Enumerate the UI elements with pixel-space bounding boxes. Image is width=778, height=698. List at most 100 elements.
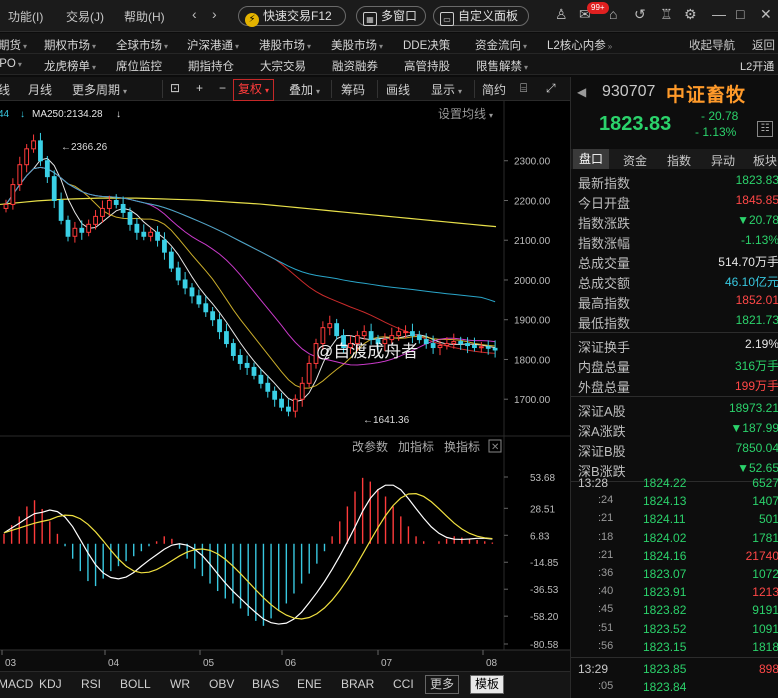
return-link[interactable]: 返回 <box>752 37 775 53</box>
tab-obv[interactable]: OBV <box>209 677 234 691</box>
tab-bias[interactable]: BIAS <box>252 677 279 691</box>
nav-seat-monitor[interactable]: 席位监控 <box>116 58 162 74</box>
undo-icon[interactable]: ↺ <box>634 6 646 23</box>
add-indicator-link[interactable]: 加指标 <box>398 439 434 454</box>
quick-trade-button[interactable]: ⚡ 快速交易F12 <box>238 6 346 27</box>
nav-exec-holdings[interactable]: 高管持股 <box>404 58 450 74</box>
settings-icon[interactable]: ⚙ <box>684 6 697 23</box>
shirt-icon[interactable]: ♖ <box>660 6 673 23</box>
tab-index[interactable]: 指数 <box>667 152 691 169</box>
candle-body <box>396 331 402 337</box>
tick-time: :56 <box>598 639 614 652</box>
kline-chart[interactable]: 2300.00 2200.00 2100.00 2000.00 1900.00 1800.… <box>0 101 570 669</box>
candle-body <box>423 339 429 345</box>
candle-body <box>44 160 50 178</box>
tab-brar[interactable]: BRAR <box>341 677 374 691</box>
low-label: ←1641.36 <box>363 415 410 426</box>
nav-stock-connect[interactable]: 沪深港通 ▾ <box>187 37 239 53</box>
tick-volume: 1213 <box>752 585 778 600</box>
tab-wr[interactable]: WR <box>170 677 190 691</box>
more-indicators-button[interactable]: 更多 <box>425 675 460 694</box>
l2-open-link[interactable]: L2开通 <box>740 58 774 74</box>
candle-body <box>292 398 298 412</box>
candle-body <box>134 223 140 233</box>
nav-futures-position[interactable]: 期指持仓 <box>188 58 234 74</box>
period-monthly[interactable]: 月线 <box>28 81 52 98</box>
ma-settings-link[interactable]: 设置均线 <box>438 107 486 121</box>
tab-cci[interactable]: CCI <box>393 677 414 691</box>
tab-rsi[interactable]: RSI <box>81 677 101 691</box>
nav-block-trade[interactable]: 大宗交易 <box>260 58 306 74</box>
tab-ene[interactable]: ENE <box>297 677 322 691</box>
candle-body <box>327 323 333 329</box>
candle-body <box>306 362 312 384</box>
down-arrow-icon: ↓ <box>116 109 121 120</box>
nav-global-market[interactable]: 全球市场 ▾ <box>116 37 168 53</box>
home-icon[interactable]: ⌂ <box>609 6 617 22</box>
candle-body <box>196 295 202 305</box>
nav-dde[interactable]: DDE决策 <box>403 37 450 53</box>
lock-icon[interactable]: ⊡ <box>170 81 180 95</box>
switch-indicator-link[interactable]: 换指标 <box>444 439 480 454</box>
candle-body <box>334 323 340 337</box>
panel-icon: ▭ <box>440 12 454 26</box>
zoom-in-icon[interactable]: + <box>196 81 203 95</box>
nav-us-market[interactable]: 美股市场 ▾ <box>331 37 383 53</box>
adjust-dropdown[interactable]: 复权 ▾ <box>233 79 275 101</box>
nav-l2-core[interactable]: L2核心内参» <box>547 37 612 53</box>
tab-boll[interactable]: BOLL <box>120 677 151 691</box>
prev-stock-icon[interactable]: ◀ <box>577 85 586 99</box>
tick-row: :24 1824.13 1407 <box>571 492 778 510</box>
period-daily[interactable]: 线 <box>0 81 10 98</box>
display-dropdown[interactable]: 显示 ▾ <box>431 81 462 98</box>
draw-line-button[interactable]: 画线 <box>386 81 410 98</box>
menu-function[interactable]: 功能(I) <box>8 8 43 25</box>
simple-button[interactable]: 简约 <box>482 81 506 98</box>
custom-panel-button[interactable]: ▭ 自定义面板 <box>433 6 529 26</box>
zoom-out-icon[interactable]: − <box>219 81 226 95</box>
kline-icon[interactable]: ⌸ <box>520 81 527 96</box>
change-params-link[interactable]: 改参数 <box>352 439 388 454</box>
overlay-dropdown[interactable]: 叠加 ▾ <box>289 81 320 98</box>
candle-body <box>189 287 195 297</box>
nav-margin[interactable]: 融资融券 <box>332 58 378 74</box>
nav-lockup-release[interactable]: 限售解禁 ▾ <box>476 58 528 74</box>
nav-dragon-tiger[interactable]: 龙虎榜单 ▾ <box>44 58 96 74</box>
template-button[interactable]: 模板 <box>470 675 505 694</box>
price-tick-label: 2100.00 <box>514 236 551 247</box>
maximize-icon[interactable]: □ <box>736 6 744 22</box>
forward-arrow-icon[interactable]: › <box>212 6 217 22</box>
nav-ipo[interactable]: IPO▾ <box>0 58 22 70</box>
nav-options[interactable]: 期权市场 ▾ <box>44 37 96 53</box>
tick-price: 1823.07 <box>643 567 687 581</box>
menu-help[interactable]: 帮助(H) <box>124 8 165 25</box>
nav-hk-market[interactable]: 港股市场 ▾ <box>259 37 311 53</box>
minimize-icon[interactable]: — <box>712 6 726 22</box>
more-periods-dropdown[interactable]: 更多周期 ▾ <box>72 81 127 98</box>
collapse-nav-link[interactable]: 收起导航 <box>689 37 735 53</box>
candle-body <box>416 335 422 341</box>
fullscreen-icon[interactable]: ⤢ <box>546 81 556 96</box>
close-icon[interactable]: ✕ <box>760 6 772 23</box>
user-icon[interactable]: ♙ <box>555 6 568 23</box>
stat-value: 7850.04 <box>735 441 778 455</box>
back-arrow-icon[interactable]: ‹ <box>192 6 197 22</box>
nav-capital-flow[interactable]: 资金流向 ▾ <box>475 37 527 53</box>
tab-capital[interactable]: 资金 <box>623 152 647 169</box>
tab-macd[interactable]: MACD <box>0 677 33 691</box>
candle-body <box>478 346 484 349</box>
tab-movement[interactable]: 异动 <box>711 152 735 169</box>
tab-sector[interactable]: 板块 <box>753 152 777 169</box>
candle-body <box>251 366 257 376</box>
chips-button[interactable]: 筹码 <box>341 81 365 98</box>
tab-order-book[interactable]: 盘口 <box>573 149 610 169</box>
market-nav: 期货 ▾ 期权市场 ▾ 全球市场 ▾ 沪深港通 ▾ 港股市场 ▾ 美股市场 ▾ DDE决策 … <box>0 33 778 54</box>
nav-futures[interactable]: 期货 ▾ <box>0 37 27 53</box>
stat-row: 今日开盘 1845.85 <box>571 191 778 211</box>
tab-kdj[interactable]: KDJ <box>39 677 62 691</box>
stat-label: 总成交额 <box>578 276 631 291</box>
menu-trade[interactable]: 交易(J) <box>66 8 104 25</box>
menu-grid-icon[interactable]: ☷ <box>757 121 773 137</box>
multi-window-button[interactable]: ▦ 多窗口 <box>356 6 426 26</box>
macd-tick-label: -58.20 <box>530 612 559 623</box>
